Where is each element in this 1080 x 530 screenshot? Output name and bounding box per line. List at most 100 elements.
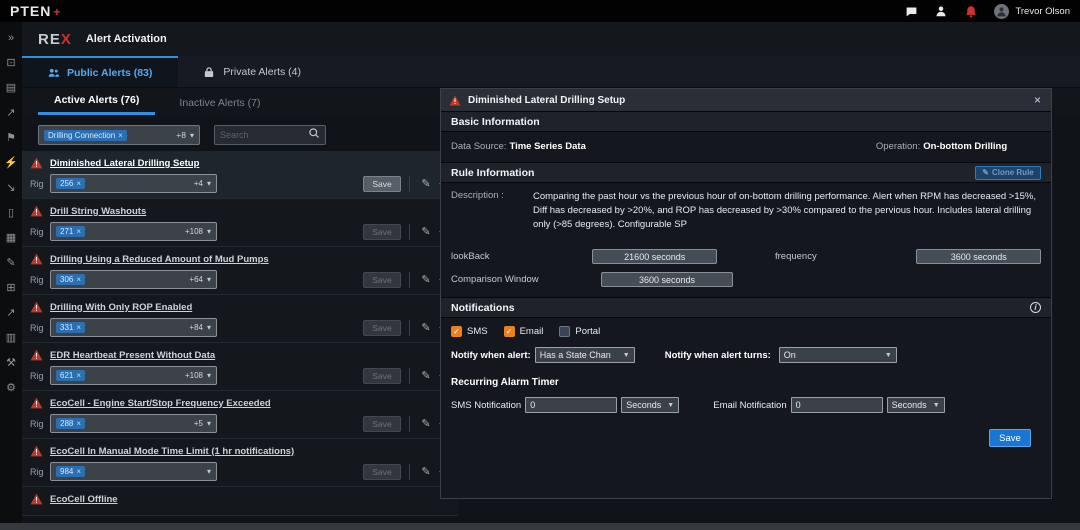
rig-chip[interactable]: 621 × [56, 370, 85, 381]
tab-public-alerts[interactable]: Public Alerts (83) [22, 56, 178, 87]
checkbox-icon[interactable] [451, 326, 462, 337]
filter-chip[interactable]: Drilling Connection × [44, 130, 127, 141]
subtab-active-alerts[interactable]: Active Alerts (76) [38, 89, 155, 115]
chip-remove-icon[interactable]: × [76, 467, 81, 476]
sms-notification-input[interactable] [525, 397, 617, 413]
lookback-value[interactable]: 21600 seconds [592, 249, 717, 264]
edit-icon[interactable]: ✎ [418, 465, 434, 478]
sidebar-nav-icon[interactable]: ✎ [3, 255, 19, 271]
panel-save-button[interactable]: Save [989, 429, 1031, 447]
sidebar-nav-icon[interactable]: ⊡ [3, 55, 19, 71]
chip-remove-icon[interactable]: × [76, 179, 81, 188]
alert-list-item[interactable]: Diminished Lateral Drilling Setup Rig 25… [22, 151, 458, 199]
alert-list-item[interactable]: EcoCell - Engine Start/Stop Frequency Ex… [22, 391, 458, 439]
alert-title-link[interactable]: EcoCell - Engine Start/Stop Frequency Ex… [50, 398, 271, 409]
sidebar-nav-icon[interactable]: » [3, 30, 19, 46]
rig-label: Rig [30, 179, 50, 189]
category-filter-select[interactable]: Drilling Connection × +8 ▾ [38, 125, 200, 145]
sidebar-nav-icon[interactable]: ▯ [3, 205, 19, 221]
edit-icon[interactable]: ✎ [418, 273, 434, 286]
contact-icon[interactable] [934, 4, 948, 18]
rig-multiselect[interactable]: 271 × +108 ▾ [50, 222, 217, 241]
alert-list-item[interactable]: Drill String Washouts Rig 271 × +108 ▾ [22, 199, 458, 247]
sidebar-nav-icon[interactable]: ↘ [3, 180, 19, 196]
rig-chip[interactable]: 271 × [56, 226, 85, 237]
close-icon[interactable]: × [1032, 93, 1043, 107]
rig-chip[interactable]: 288 × [56, 418, 85, 429]
chip-remove-icon[interactable]: × [76, 227, 81, 236]
chat-icon[interactable] [904, 4, 918, 18]
search-input[interactable] [220, 130, 308, 140]
save-button[interactable]: Save [363, 320, 401, 336]
alert-title-link[interactable]: EDR Heartbeat Present Without Data [50, 350, 215, 361]
sidebar-nav-icon[interactable]: ▥ [3, 330, 19, 346]
sidebar-nav-icon[interactable]: ⊞ [3, 280, 19, 296]
email-notification-input[interactable] [791, 397, 883, 413]
edit-icon[interactable]: ✎ [418, 177, 434, 190]
tab-private-alerts[interactable]: Private Alerts (4) [178, 56, 327, 87]
save-button[interactable]: Save [363, 224, 401, 240]
channel-checkbox[interactable]: SMS [451, 326, 488, 337]
alerts-bell-icon[interactable] [964, 4, 978, 18]
sidebar-nav-icon[interactable]: ⚒ [3, 355, 19, 371]
email-unit-select[interactable]: Seconds ▼ [887, 397, 945, 413]
rig-multiselect[interactable]: 621 × +108 ▾ [50, 366, 217, 385]
edit-icon[interactable]: ✎ [418, 417, 434, 430]
rig-chip[interactable]: 306 × [56, 274, 85, 285]
comparison-window-value[interactable]: 3600 seconds [601, 272, 733, 287]
sidebar-nav-icon[interactable]: ⚡ [3, 155, 19, 171]
sms-unit-select[interactable]: Seconds ▼ [621, 397, 679, 413]
checkbox-icon[interactable] [504, 326, 515, 337]
save-button[interactable]: Save [363, 272, 401, 288]
alert-list-item[interactable]: Drilling Using a Reduced Amount of Mud P… [22, 247, 458, 295]
rig-chip[interactable]: 256 × [56, 178, 85, 189]
rig-multiselect[interactable]: 984 × ▾ [50, 462, 217, 481]
rig-chip[interactable]: 331 × [56, 322, 85, 333]
chip-remove-icon[interactable]: × [76, 275, 81, 284]
sidebar-nav-icon[interactable]: ⚑ [3, 130, 19, 146]
channel-checkbox[interactable]: Portal [559, 326, 600, 337]
alert-title-link[interactable]: Drill String Washouts [50, 206, 146, 217]
sidebar-nav-icon[interactable]: ↗ [3, 105, 19, 121]
channel-checkbox[interactable]: Email [504, 326, 544, 337]
edit-icon[interactable]: ✎ [418, 225, 434, 238]
basic-information-heading: Basic Information [441, 111, 1051, 132]
edit-icon[interactable]: ✎ [418, 369, 434, 382]
rig-multiselect[interactable]: 306 × +64 ▾ [50, 270, 217, 289]
sidebar-nav-icon[interactable]: ▦ [3, 230, 19, 246]
chip-remove-icon[interactable]: × [118, 131, 123, 140]
notify-when-turns-select[interactable]: On ▼ [779, 347, 897, 363]
user-menu[interactable]: Trevor Olson [994, 4, 1070, 19]
alert-title-link[interactable]: EcoCell In Manual Mode Time Limit (1 hr … [50, 446, 294, 457]
sidebar-nav-icon[interactable]: ↗ [3, 305, 19, 321]
sidebar-nav-icon[interactable]: ▤ [3, 80, 19, 96]
alert-title-link[interactable]: EcoCell Offline [50, 494, 118, 505]
save-button[interactable]: Save [363, 368, 401, 384]
save-button[interactable]: Save [363, 416, 401, 432]
alert-list-item[interactable]: EDR Heartbeat Present Without Data Rig 6… [22, 343, 458, 391]
search-icon[interactable] [308, 126, 320, 144]
alert-title-link[interactable]: Diminished Lateral Drilling Setup [50, 158, 199, 169]
chip-remove-icon[interactable]: × [76, 419, 81, 428]
chip-remove-icon[interactable]: × [76, 323, 81, 332]
save-button[interactable]: Save [363, 176, 401, 192]
clone-rule-button[interactable]: ✎ Clone Rule [975, 166, 1041, 180]
alert-title-link[interactable]: Drilling Using a Reduced Amount of Mud P… [50, 254, 269, 265]
edit-icon[interactable]: ✎ [418, 321, 434, 334]
checkbox-icon[interactable] [559, 326, 570, 337]
alert-list-item[interactable]: Drilling With Only ROP Enabled Rig 331 ×… [22, 295, 458, 343]
rig-multiselect[interactable]: 256 × +4 ▾ [50, 174, 217, 193]
alert-list-item[interactable]: EcoCell Offline Rig × ▾ [22, 487, 458, 516]
alert-title-link[interactable]: Drilling With Only ROP Enabled [50, 302, 192, 313]
notify-when-alert-select[interactable]: Has a State Chan ▼ [535, 347, 635, 363]
rig-multiselect[interactable]: 331 × +84 ▾ [50, 318, 217, 337]
sidebar-nav-icon[interactable]: ⚙ [3, 380, 19, 396]
frequency-value[interactable]: 3600 seconds [916, 249, 1041, 264]
save-button[interactable]: Save [363, 464, 401, 480]
chip-remove-icon[interactable]: × [76, 371, 81, 380]
subtab-inactive-alerts[interactable]: Inactive Alerts (7) [163, 92, 276, 115]
alert-list-item[interactable]: EcoCell In Manual Mode Time Limit (1 hr … [22, 439, 458, 487]
info-icon[interactable]: i [1030, 302, 1041, 313]
rig-chip[interactable]: 984 × [56, 466, 85, 477]
rig-multiselect[interactable]: 288 × +5 ▾ [50, 414, 217, 433]
